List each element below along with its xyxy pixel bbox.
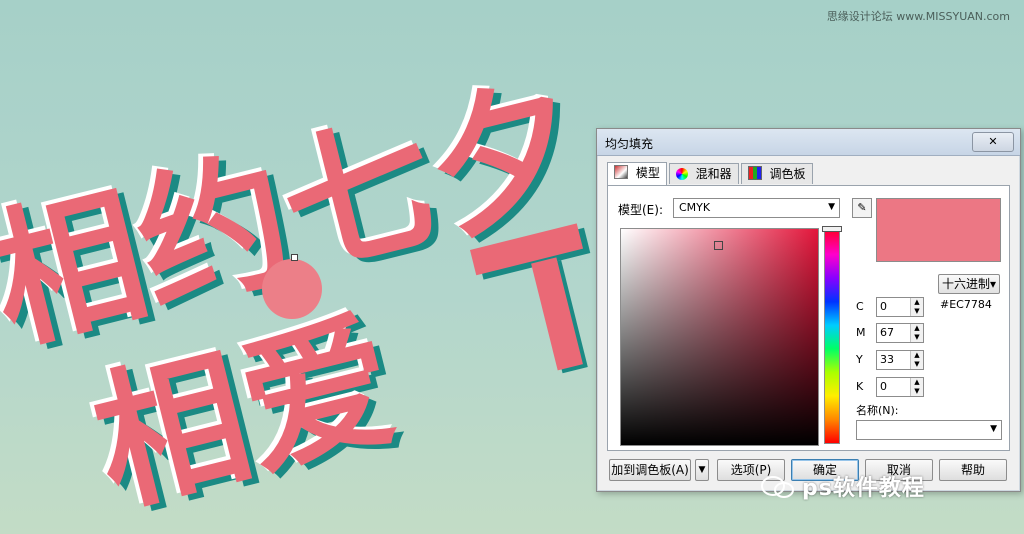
close-button[interactable]: ✕ bbox=[972, 132, 1014, 152]
tab-strip: 模型 混和器 调色板 bbox=[607, 162, 815, 185]
dialog-title: 均匀填充 bbox=[605, 137, 654, 151]
cmyk-input-k[interactable]: 0 ▲ ▼ bbox=[876, 377, 924, 397]
eyedropper-button[interactable]: ✎ bbox=[852, 198, 872, 218]
cmyk-label: C bbox=[856, 300, 864, 313]
spinner-icon[interactable]: ▲ ▼ bbox=[910, 298, 923, 316]
model-select-value: CMYK bbox=[679, 201, 711, 214]
cmyk-value: 33 bbox=[880, 353, 894, 366]
close-icon: ✕ bbox=[988, 135, 998, 148]
hex-dropdown-button[interactable]: 十六进制▾ bbox=[938, 274, 1000, 294]
tab-mixer[interactable]: 混和器 bbox=[668, 163, 739, 184]
color-wheel-icon bbox=[675, 168, 688, 180]
hex-value: #EC7784 bbox=[940, 298, 992, 311]
eyedropper-icon: ✎ bbox=[857, 201, 867, 214]
hue-slider-handle[interactable] bbox=[822, 226, 842, 232]
watermark-bottom-text: ps软件教程 bbox=[802, 476, 925, 501]
chevron-down-icon: ▼ bbox=[698, 465, 706, 475]
spinner-icon[interactable]: ▲ ▼ bbox=[910, 351, 923, 369]
cmyk-value: 0 bbox=[880, 300, 887, 313]
model-label: 模型(E): bbox=[618, 203, 663, 217]
color-model-icon bbox=[614, 165, 628, 179]
tab-model-label: 模型 bbox=[635, 166, 660, 180]
color-preview-swatch bbox=[876, 198, 1001, 262]
tab-palette-label: 调色板 bbox=[769, 167, 806, 181]
hue-slider[interactable] bbox=[824, 230, 840, 444]
tab-model[interactable]: 模型 bbox=[607, 162, 667, 185]
cmyk-input-m[interactable]: 67 ▲ ▼ bbox=[876, 323, 924, 343]
selection-handle[interactable] bbox=[291, 254, 298, 261]
pink-circle-dot[interactable] bbox=[262, 259, 322, 319]
help-button[interactable]: 帮助 bbox=[939, 459, 1007, 481]
artwork-partial-glyph bbox=[470, 223, 591, 374]
cmyk-input-y[interactable]: 33 ▲ ▼ bbox=[876, 350, 924, 370]
model-panel: 模型(E): CMYK ▼ ✎ 十六进制▾ #EC7784 C 0 ▲ ▼ M 67… bbox=[607, 185, 1010, 451]
model-select[interactable]: CMYK ▼ bbox=[673, 198, 840, 218]
name-select[interactable]: ▼ bbox=[856, 420, 1002, 440]
cmyk-input-c[interactable]: 0 ▲ ▼ bbox=[876, 297, 924, 317]
tab-palette[interactable]: 调色板 bbox=[740, 163, 813, 184]
cmyk-label: K bbox=[856, 380, 864, 393]
spinner-icon[interactable]: ▲ ▼ bbox=[910, 324, 923, 342]
tab-mixer-label: 混和器 bbox=[695, 167, 732, 181]
watermark-top: 思缘设计论坛 www.MISSYUAN.com bbox=[826, 10, 1010, 23]
wechat-icon bbox=[761, 476, 794, 498]
name-label: 名称(N): bbox=[856, 404, 899, 417]
color-square-marker[interactable] bbox=[714, 241, 723, 250]
chevron-down-icon: ▼ bbox=[990, 424, 997, 434]
spinner-icon[interactable]: ▲ ▼ bbox=[910, 378, 923, 396]
cmyk-value: 67 bbox=[880, 326, 894, 339]
add-to-palette-dropdown[interactable]: ▼ bbox=[695, 459, 709, 481]
cmyk-label: M bbox=[856, 326, 866, 339]
chevron-down-icon: ▼ bbox=[828, 202, 835, 212]
palette-grid-icon bbox=[747, 166, 762, 180]
cmyk-value: 0 bbox=[880, 380, 887, 393]
add-to-palette-button[interactable]: 加到调色板(A) bbox=[609, 459, 691, 481]
uniform-fill-dialog: 均匀填充 ✕ 模型 混和器 调色板 模型(E): CMYK ▼ ✎ 十六进制▾ … bbox=[596, 128, 1021, 492]
cmyk-label: Y bbox=[856, 353, 863, 366]
watermark-bottom: ps软件教程 bbox=[760, 470, 925, 501]
dialog-titlebar[interactable]: 均匀填充 ✕ bbox=[597, 129, 1020, 156]
color-square[interactable] bbox=[620, 228, 819, 446]
